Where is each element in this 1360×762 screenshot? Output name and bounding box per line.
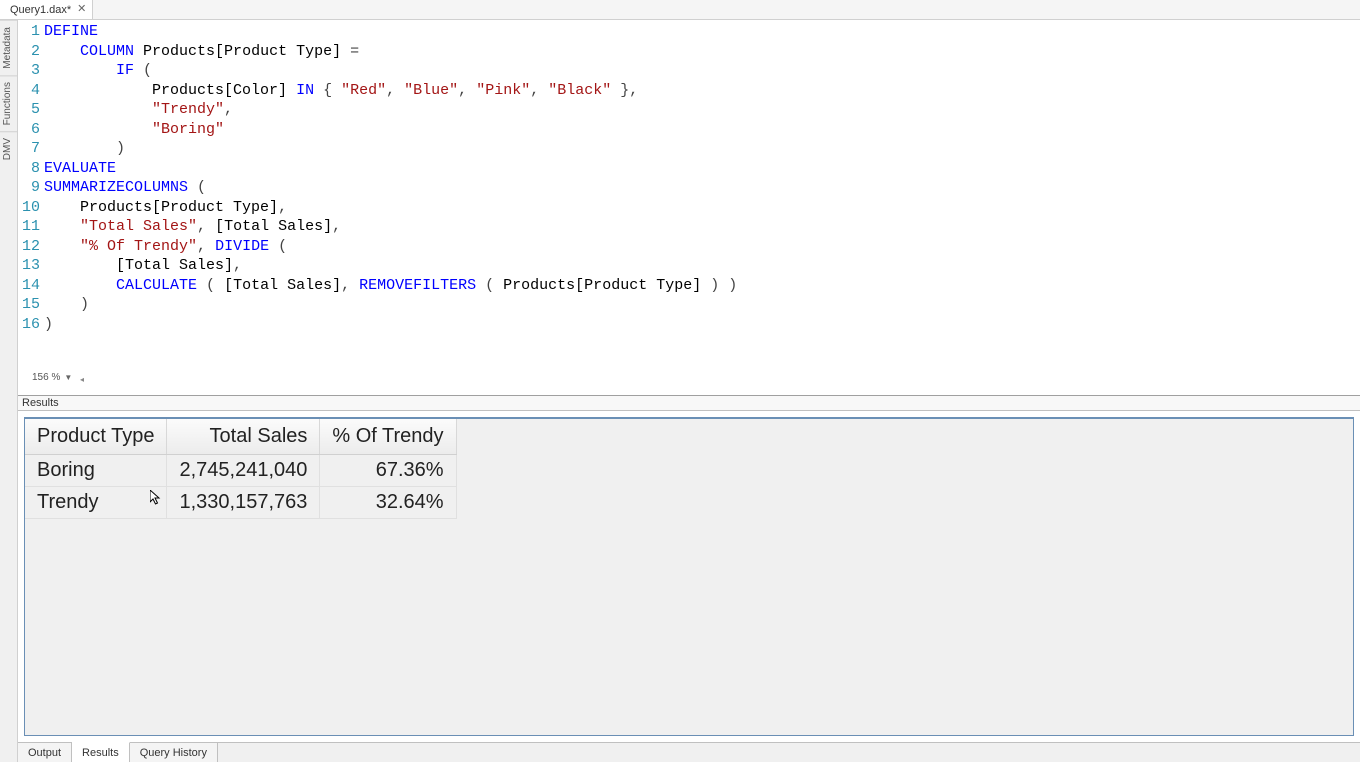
- code-content: EVALUATE: [44, 159, 116, 179]
- zoom-value: 156 %: [32, 372, 60, 383]
- code-editor[interactable]: 1DEFINE2 COLUMN Products[Product Type] =…: [18, 20, 1360, 385]
- chevron-down-icon[interactable]: ▼: [64, 373, 72, 382]
- line-number: 14: [18, 276, 44, 296]
- cell-product-type: Boring: [25, 455, 167, 487]
- code-line[interactable]: 5 "Trendy",: [18, 100, 1360, 120]
- line-number: 7: [18, 139, 44, 159]
- side-tab-functions[interactable]: Functions: [0, 75, 17, 131]
- code-content: SUMMARIZECOLUMNS (: [44, 178, 206, 198]
- code-content: CALCULATE ( [Total Sales], REMOVEFILTERS…: [44, 276, 737, 296]
- bottom-tab-output[interactable]: Output: [18, 743, 72, 762]
- line-number: 8: [18, 159, 44, 179]
- line-number: 13: [18, 256, 44, 276]
- code-line[interactable]: 9SUMMARIZECOLUMNS (: [18, 178, 1360, 198]
- results-panel: Results Product Type Total Sales % Of Tr…: [18, 395, 1360, 742]
- table-row[interactable]: Trendy1,330,157,76332.64%: [25, 487, 456, 519]
- code-line[interactable]: 12 "% Of Trendy", DIVIDE (: [18, 237, 1360, 257]
- code-line[interactable]: 8EVALUATE: [18, 159, 1360, 179]
- table-row[interactable]: Boring2,745,241,04067.36%: [25, 455, 456, 487]
- close-icon[interactable]: ✕: [77, 4, 86, 15]
- document-tab[interactable]: Query1.dax* ✕: [0, 0, 93, 19]
- code-content: Products[Product Type],: [44, 198, 287, 218]
- cell-pct-trendy: 32.64%: [320, 487, 456, 519]
- scroll-left-icon[interactable]: ◂: [80, 375, 84, 384]
- code-line[interactable]: 1DEFINE: [18, 22, 1360, 42]
- results-table: Product Type Total Sales % Of Trendy Bor…: [25, 419, 457, 519]
- line-number: 6: [18, 120, 44, 140]
- results-panel-label: Results: [18, 396, 1360, 411]
- line-number: 4: [18, 81, 44, 101]
- line-number: 2: [18, 42, 44, 62]
- bottom-tab-query-history[interactable]: Query History: [130, 743, 218, 762]
- table-header-row: Product Type Total Sales % Of Trendy: [25, 419, 456, 455]
- line-number: 3: [18, 61, 44, 81]
- side-tab-metadata[interactable]: Metadata: [0, 20, 17, 75]
- code-line[interactable]: 13 [Total Sales],: [18, 256, 1360, 276]
- code-content: IF (: [44, 61, 152, 81]
- document-tab-title: Query1.dax*: [10, 4, 71, 16]
- code-content: "Trendy",: [44, 100, 233, 120]
- col-total-sales[interactable]: Total Sales: [167, 419, 320, 455]
- line-number: 15: [18, 295, 44, 315]
- cell-total-sales: 2,745,241,040: [167, 455, 320, 487]
- code-content: ): [44, 295, 89, 315]
- code-content: "% Of Trendy", DIVIDE (: [44, 237, 287, 257]
- side-tabs: Metadata Functions DMV: [0, 20, 18, 762]
- line-number: 12: [18, 237, 44, 257]
- col-product-type[interactable]: Product Type: [25, 419, 167, 455]
- line-number: 1: [18, 22, 44, 42]
- code-line[interactable]: 3 IF (: [18, 61, 1360, 81]
- code-line[interactable]: 2 COLUMN Products[Product Type] =: [18, 42, 1360, 62]
- code-content: ): [44, 139, 125, 159]
- code-content: DEFINE: [44, 22, 98, 42]
- code-line[interactable]: 14 CALCULATE ( [Total Sales], REMOVEFILT…: [18, 276, 1360, 296]
- code-line[interactable]: 4 Products[Color] IN { "Red", "Blue", "P…: [18, 81, 1360, 101]
- side-tab-dmv[interactable]: DMV: [0, 131, 17, 166]
- cell-product-type: Trendy: [25, 487, 167, 519]
- line-number: 10: [18, 198, 44, 218]
- zoom-indicator[interactable]: 156 % ▼: [32, 372, 72, 383]
- line-number: 16: [18, 315, 44, 335]
- tab-bar: Query1.dax* ✕: [0, 0, 1360, 20]
- line-number: 11: [18, 217, 44, 237]
- code-content: [Total Sales],: [44, 256, 242, 276]
- col-pct-trendy[interactable]: % Of Trendy: [320, 419, 456, 455]
- code-line[interactable]: 7 ): [18, 139, 1360, 159]
- results-grid-wrap: Product Type Total Sales % Of Trendy Bor…: [24, 417, 1354, 736]
- code-content: "Total Sales", [Total Sales],: [44, 217, 341, 237]
- code-line[interactable]: 6 "Boring": [18, 120, 1360, 140]
- code-content: ): [44, 315, 53, 335]
- code-line[interactable]: 15 ): [18, 295, 1360, 315]
- cell-total-sales: 1,330,157,763: [167, 487, 320, 519]
- bottom-tab-results[interactable]: Results: [72, 742, 130, 762]
- code-content: Products[Color] IN { "Red", "Blue", "Pin…: [44, 81, 638, 101]
- line-number: 5: [18, 100, 44, 120]
- code-line[interactable]: 11 "Total Sales", [Total Sales],: [18, 217, 1360, 237]
- bottom-tabs: Output Results Query History: [18, 742, 1360, 762]
- cell-pct-trendy: 67.36%: [320, 455, 456, 487]
- code-line[interactable]: 10 Products[Product Type],: [18, 198, 1360, 218]
- code-content: COLUMN Products[Product Type] =: [44, 42, 359, 62]
- line-number: 9: [18, 178, 44, 198]
- code-line[interactable]: 16): [18, 315, 1360, 335]
- code-content: "Boring": [44, 120, 224, 140]
